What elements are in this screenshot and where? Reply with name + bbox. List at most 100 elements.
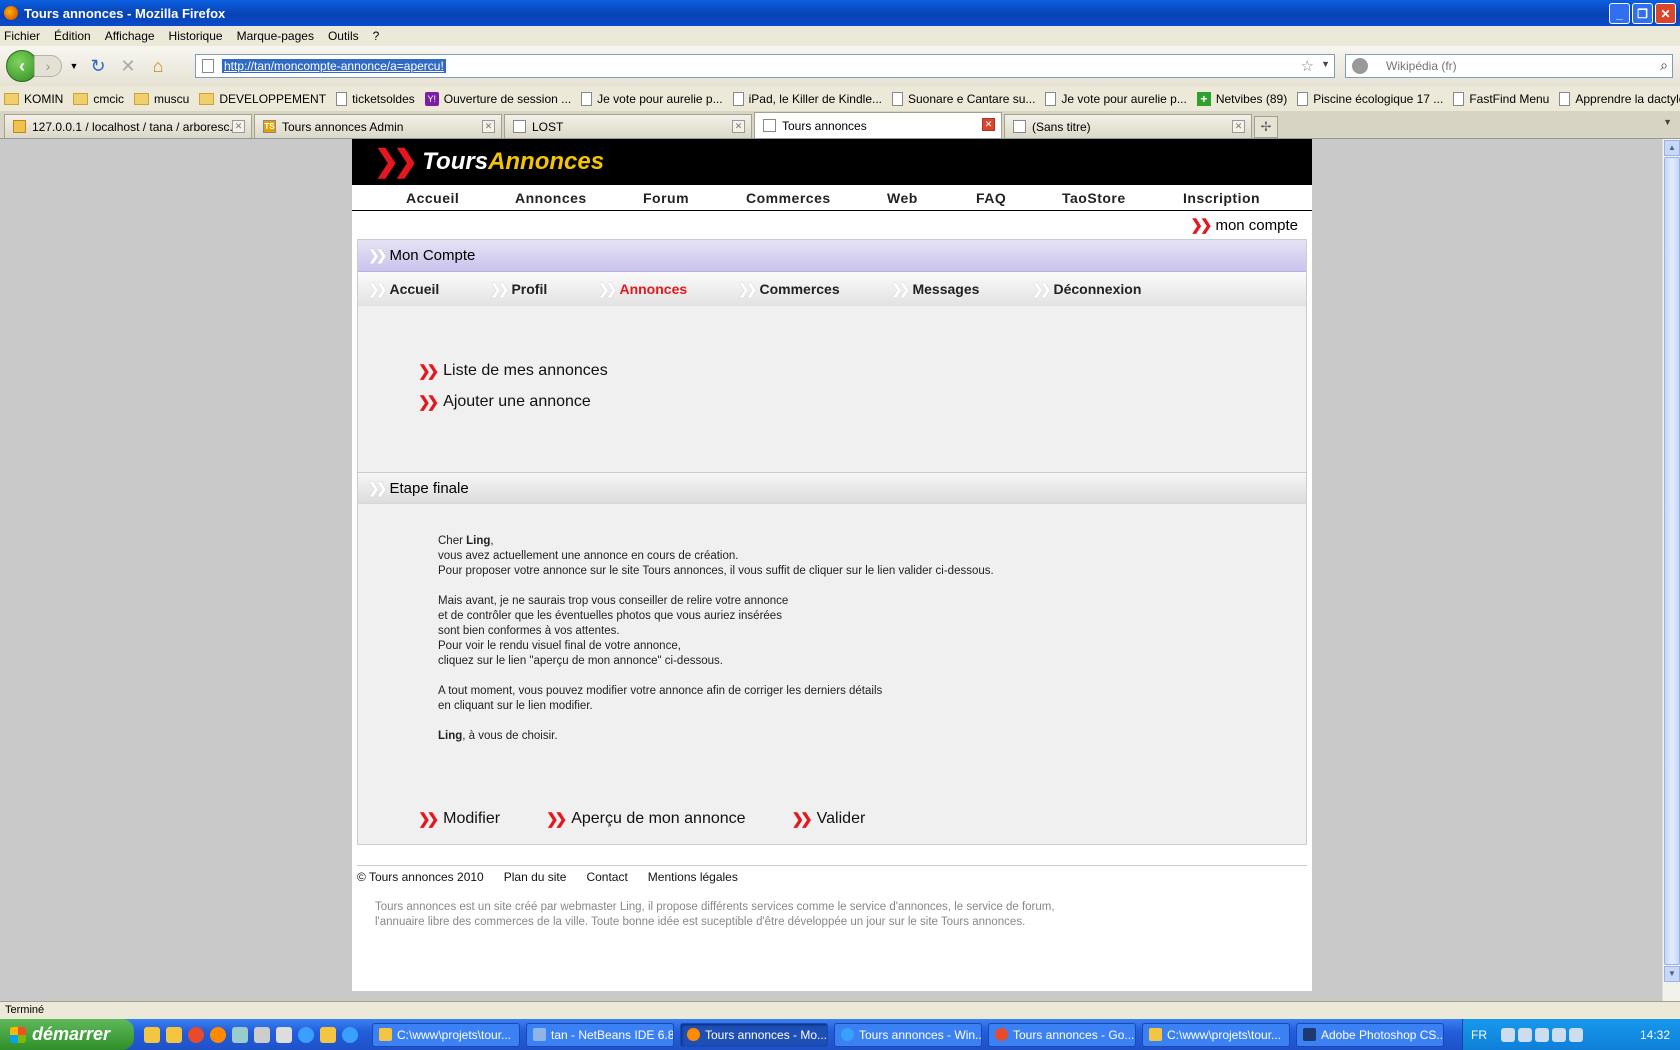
vertical-scrollbar[interactable]: ▲ ▼ (1662, 139, 1680, 1001)
tab-phpmyadmin[interactable]: 127.0.0.1 / localhost / tana / arboresc.… (4, 114, 252, 138)
history-dropdown-icon[interactable]: ▼ (68, 54, 80, 78)
taskbar-item[interactable]: tan - NetBeans IDE 6.8 (526, 1022, 674, 1047)
search-input[interactable] (1386, 59, 1656, 73)
nav-faq[interactable]: FAQ (976, 190, 1062, 206)
logo-text-tours[interactable]: Tours (422, 148, 488, 176)
nav-web[interactable]: Web (887, 190, 976, 206)
tray-icon[interactable] (1569, 1027, 1583, 1042)
apercu-link[interactable]: ❯❯ Aperçu de mon annonce (546, 810, 745, 828)
subnav-commerces[interactable]: ❯❯ Commerces (738, 281, 891, 298)
tab-sans-titre[interactable]: (Sans titre) ✕ (1004, 114, 1252, 138)
nav-annonces[interactable]: Annonces (515, 190, 643, 206)
tab-list-dropdown-icon[interactable]: ▼ (1663, 117, 1672, 127)
bookmark-item[interactable]: + Netvibes (89) (1196, 91, 1287, 106)
clock[interactable]: 14:32 (1640, 1028, 1670, 1042)
folder-icon[interactable] (320, 1026, 336, 1043)
menu-historique[interactable]: Historique (169, 29, 223, 43)
close-tab-icon[interactable]: ✕ (482, 120, 495, 133)
close-tab-icon[interactable]: ✕ (982, 118, 995, 131)
bookmark-item[interactable]: Y! Ouverture de session ... (424, 91, 571, 106)
subnav-accueil[interactable]: ❯❯ Accueil (368, 281, 490, 298)
start-button[interactable]: démarrer (0, 1019, 134, 1050)
tab-admin[interactable]: TS Tours annonces Admin ✕ (254, 114, 502, 138)
ajouter-annonce-link[interactable]: ❯❯ Ajouter une annonce (418, 393, 1306, 411)
ie-icon[interactable] (342, 1026, 358, 1043)
close-tab-icon[interactable]: ✕ (732, 120, 745, 133)
close-tab-icon[interactable]: ✕ (1232, 120, 1245, 133)
chrome-icon[interactable] (188, 1026, 204, 1043)
menu-fichier[interactable]: Fichier (4, 29, 40, 43)
subnav-messages[interactable]: ❯❯ Messages (891, 281, 1032, 298)
bookmark-item[interactable]: Je vote pour aurelie p... (1045, 91, 1187, 106)
folder-icon[interactable] (144, 1026, 160, 1043)
subnav-annonces[interactable]: ❯❯ Annonces (598, 281, 738, 298)
bookmark-item[interactable]: ticketsoldes (336, 91, 415, 106)
menu-help[interactable]: ? (373, 29, 380, 43)
footer-contact-link[interactable]: Contact (586, 870, 627, 884)
nav-commerces[interactable]: Commerces (746, 190, 887, 206)
tray-icon[interactable] (1501, 1027, 1515, 1042)
mon-compte-link[interactable]: ❯❯ mon compte (352, 211, 1312, 239)
user-icon[interactable] (232, 1026, 248, 1043)
search-icon[interactable]: ⌕ (1660, 57, 1668, 74)
subnav-profil[interactable]: ❯❯ Profil (490, 281, 598, 298)
bookmark-item[interactable]: muscu (134, 92, 189, 106)
tool-icon[interactable] (254, 1026, 270, 1043)
nav-taostore[interactable]: TaoStore (1062, 190, 1183, 206)
tray-icon[interactable] (1535, 1027, 1549, 1042)
bookmark-item[interactable]: iPad, le Killer de Kindle... (732, 91, 882, 106)
menu-outils[interactable]: Outils (328, 29, 359, 43)
bookmark-item[interactable]: KOMIN (4, 92, 63, 106)
bookmark-item[interactable]: Apprendre la dactylog... (1559, 91, 1680, 106)
search-box[interactable]: ⌕ (1345, 54, 1673, 78)
tray-icon[interactable] (1552, 1027, 1566, 1042)
wikipedia-icon[interactable] (1352, 58, 1368, 74)
bookmark-item[interactable]: FastFind Menu (1453, 91, 1549, 106)
taskbar-item[interactable]: Tours annonces - Win... (834, 1022, 982, 1047)
bookmark-item[interactable]: Piscine écologique 17 ... (1297, 91, 1443, 106)
nav-forum[interactable]: Forum (643, 190, 746, 206)
taskbar-item[interactable]: C:\www\projets\tour... (1142, 1022, 1290, 1047)
firefox-icon[interactable] (210, 1026, 226, 1043)
footer-plan-link[interactable]: Plan du site (504, 870, 567, 884)
home-button[interactable]: ⌂ (146, 54, 170, 78)
scroll-up-icon[interactable]: ▲ (1664, 140, 1680, 156)
folder-icon[interactable] (166, 1026, 182, 1043)
close-window-button[interactable]: ✕ (1655, 3, 1676, 24)
logo-text-annonces[interactable]: Annonces (488, 148, 604, 176)
footer-mentions-link[interactable]: Mentions légales (648, 870, 738, 884)
language-indicator[interactable]: FR (1471, 1028, 1487, 1042)
liste-annonces-link[interactable]: ❯❯ Liste de mes annonces (418, 362, 1306, 380)
nav-accueil[interactable]: Accueil (406, 190, 515, 206)
url-text[interactable]: http://tan/moncompte-annonce/a=apercu! (222, 59, 446, 73)
menu-edition[interactable]: Édition (54, 29, 91, 43)
notepad-icon[interactable] (276, 1026, 292, 1043)
taskbar-item[interactable]: C:\www\projets\tour... (372, 1022, 520, 1047)
taskbar-item[interactable]: Tours annonces - Go... (988, 1022, 1136, 1047)
bookmark-item[interactable]: Je vote pour aurelie p... (581, 91, 723, 106)
tray-icon[interactable] (1518, 1027, 1532, 1042)
minimize-button[interactable]: _ (1609, 3, 1630, 24)
forward-button[interactable]: › (34, 55, 62, 77)
taskbar-item[interactable]: Adobe Photoshop CS... (1296, 1022, 1444, 1047)
new-tab-button[interactable]: ✢ (1254, 116, 1278, 138)
valider-link[interactable]: ❯❯ Valider (792, 810, 866, 828)
url-dropdown-icon[interactable]: ▼ (1321, 59, 1330, 69)
scroll-down-icon[interactable]: ▼ (1664, 966, 1680, 982)
taskbar-item[interactable]: Tours annonces - Mo... (680, 1022, 828, 1047)
bookmark-item[interactable]: cmcic (73, 92, 124, 106)
tab-tours-annonces[interactable]: Tours annonces ✕ (754, 112, 1002, 138)
address-bar[interactable]: http://tan/moncompte-annonce/a=apercu! ☆… (195, 54, 1335, 78)
close-tab-icon[interactable]: ✕ (232, 120, 245, 133)
menu-marque-pages[interactable]: Marque-pages (237, 29, 314, 43)
nav-inscription[interactable]: Inscription (1183, 190, 1260, 206)
stop-button[interactable]: ✕ (116, 54, 140, 78)
scroll-thumb[interactable] (1664, 157, 1680, 965)
reload-button[interactable]: ↻ (86, 54, 110, 78)
ie-icon[interactable] (298, 1026, 314, 1043)
maximize-button[interactable]: ❐ (1632, 3, 1653, 24)
tab-lost[interactable]: LOST ✕ (504, 114, 752, 138)
bookmark-item[interactable]: Suonare e Cantare su... (892, 91, 1035, 106)
modifier-link[interactable]: ❯❯ Modifier (418, 810, 500, 828)
menu-affichage[interactable]: Affichage (105, 29, 155, 43)
